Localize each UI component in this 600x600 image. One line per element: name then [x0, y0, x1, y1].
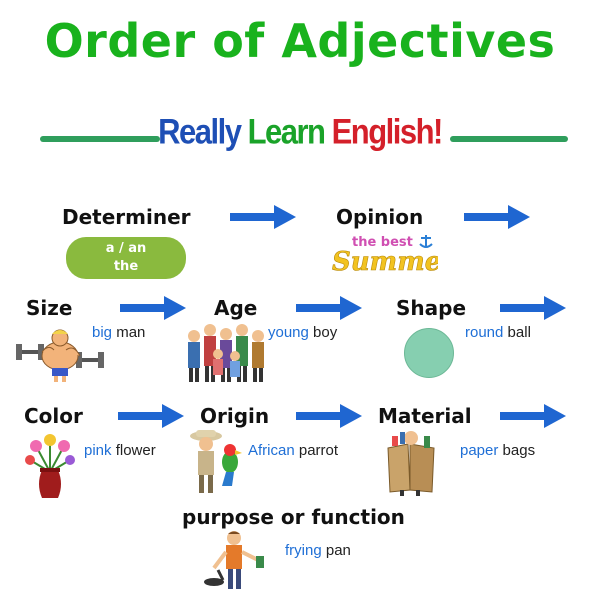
- color-example: pink flower: [84, 442, 156, 459]
- purpose-adjective: frying: [285, 542, 322, 559]
- shape-adjective: round: [465, 324, 504, 341]
- age-noun: boy: [313, 324, 338, 341]
- determiner-example-the: the: [113, 259, 139, 274]
- brand-really: Really: [158, 111, 242, 152]
- size-example: big man: [92, 324, 145, 341]
- purpose-noun: pan: [325, 542, 351, 559]
- shape-noun: ball: [507, 324, 531, 341]
- origin-noun: parrot: [298, 442, 339, 459]
- arrow-right-icon: [120, 296, 186, 320]
- color-adjective: pink: [84, 442, 112, 459]
- material-adjective: paper: [460, 442, 499, 459]
- material-label: Material: [378, 404, 472, 428]
- frying-pan-cook-icon: [204, 531, 264, 589]
- brand-english: English!: [331, 111, 444, 152]
- purpose-example: frying pan: [285, 542, 351, 559]
- arrow-right-icon: [296, 296, 362, 320]
- flower-vase-icon: [25, 434, 75, 498]
- color-label: Color: [24, 404, 83, 428]
- size-noun: man: [116, 324, 146, 341]
- brand-learn: Learn: [247, 111, 326, 152]
- color-noun: flower: [115, 442, 156, 459]
- shape-label: Shape: [396, 296, 467, 320]
- arrow-right-icon: [230, 205, 296, 229]
- arrow-right-icon: [296, 404, 362, 428]
- material-noun: bags: [502, 442, 536, 459]
- round-ball-icon: [404, 328, 454, 378]
- brand-logo: Really Learn English!: [0, 111, 600, 152]
- purpose-label: purpose or function: [182, 505, 405, 529]
- size-label: Size: [26, 296, 73, 320]
- age-label: Age: [214, 296, 258, 320]
- family-group-icon: [188, 324, 264, 382]
- arrow-right-icon: [500, 404, 566, 428]
- determiner-example-a-an: a / an: [105, 241, 147, 256]
- material-example: paper bags: [460, 442, 535, 459]
- arrow-right-icon: [118, 404, 184, 428]
- arrow-right-icon: [464, 205, 530, 229]
- paper-bags-icon: [387, 431, 435, 496]
- shape-example: round ball: [465, 324, 531, 341]
- opinion-label: Opinion: [336, 205, 424, 229]
- size-adjective: big: [92, 324, 113, 341]
- page-title: Order of Adjectives: [44, 14, 556, 68]
- age-example: young boy: [268, 324, 337, 341]
- origin-adjective: African: [248, 442, 295, 459]
- origin-label: Origin: [200, 404, 270, 428]
- arrow-right-icon: [500, 296, 566, 320]
- opinion-logo-big: Summer: [332, 247, 438, 276]
- origin-example: African parrot: [248, 442, 338, 459]
- age-adjective: young: [268, 324, 309, 341]
- determiner-label: Determiner: [62, 205, 191, 229]
- summer-logo-icon: the best Summer: [332, 235, 438, 276]
- explorer-parrot-icon: [190, 430, 242, 493]
- determiner-examples: a / an the: [66, 237, 186, 279]
